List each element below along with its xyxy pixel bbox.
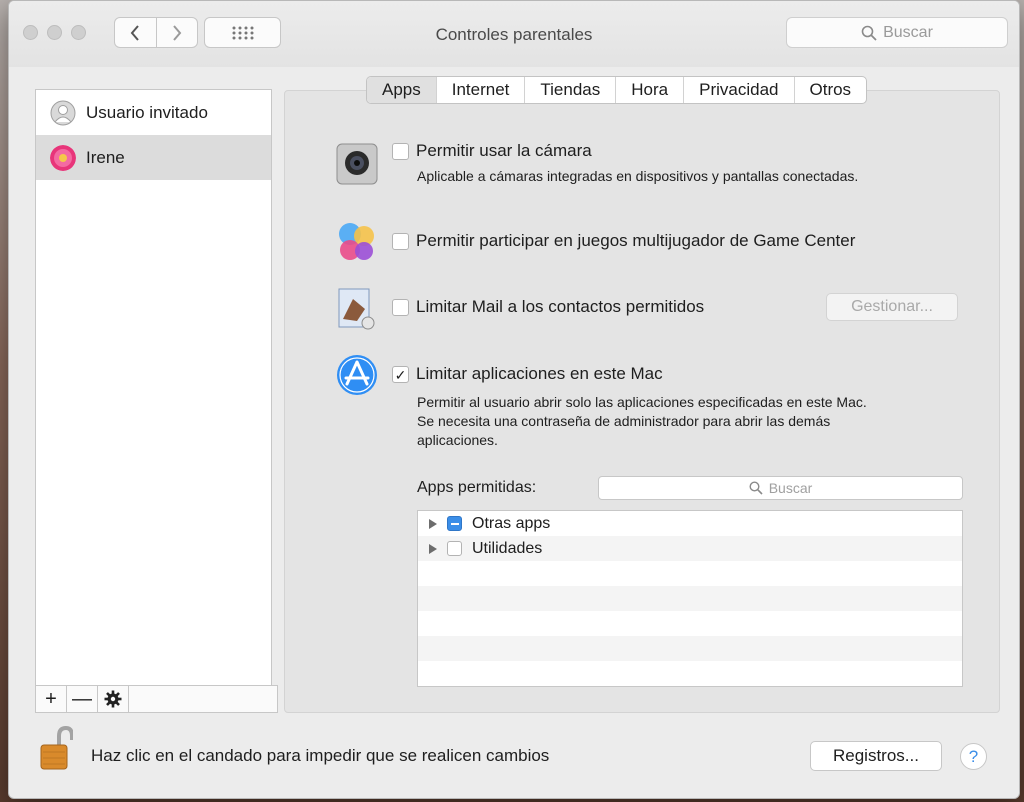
- tab-hora[interactable]: Hora: [615, 77, 683, 103]
- limit-apps-checkbox[interactable]: ✓: [392, 366, 409, 383]
- lock-message: Haz clic en el candado para impedir que …: [91, 746, 550, 765]
- user-list-toolbar: + —: [35, 685, 278, 713]
- user-item-guest[interactable]: Usuario invitado: [36, 90, 271, 135]
- allowed-apps-search-input[interactable]: Buscar: [598, 476, 963, 500]
- camera-label: Permitir usar la cámara: [416, 141, 592, 160]
- search-placeholder: Buscar: [768, 480, 813, 496]
- mail-icon: [338, 288, 375, 330]
- camera-checkbox[interactable]: [392, 143, 409, 160]
- list-row-empty: [418, 561, 962, 586]
- list-row-empty: [418, 611, 962, 636]
- user-item-irene[interactable]: Irene: [36, 135, 271, 180]
- mail-checkbox[interactable]: [392, 299, 409, 316]
- camera-description: Aplicable a cámaras integradas en dispos…: [417, 168, 859, 184]
- tab-otros[interactable]: Otros: [793, 77, 867, 103]
- lock-open-icon[interactable]: [39, 725, 73, 773]
- flower-avatar-icon: [50, 144, 76, 171]
- remove-user-button[interactable]: —: [66, 685, 98, 713]
- utilidades-checkbox[interactable]: [447, 541, 462, 556]
- app-group-name: Otras apps: [472, 514, 551, 532]
- user-name: Irene: [86, 147, 125, 167]
- gear-icon: [104, 690, 122, 708]
- disclosure-triangle-icon[interactable]: [429, 543, 437, 554]
- user-list: Usuario invitado Irene: [35, 89, 272, 686]
- search-icon: [861, 25, 877, 41]
- preferences-window: Controles parentales Buscar Usuario invi…: [8, 0, 1020, 799]
- limit-apps-description-1: Permitir al usuario abrir solo las aplic…: [417, 394, 867, 410]
- guest-avatar-icon: [50, 100, 76, 125]
- mail-label: Limitar Mail a los contactos permitidos: [416, 297, 705, 316]
- game-center-icon: [339, 223, 374, 260]
- game-center-label: Permitir participar en juegos multijugad…: [416, 231, 856, 250]
- game-center-checkbox[interactable]: [392, 233, 409, 250]
- title-bar: Controles parentales Buscar: [9, 1, 1019, 67]
- app-store-icon: [337, 355, 377, 395]
- tab-apps[interactable]: Apps: [367, 77, 436, 103]
- list-item-otras-apps[interactable]: Otras apps: [418, 511, 962, 536]
- tab-tiendas[interactable]: Tiendas: [524, 77, 615, 103]
- allowed-apps-label: Apps permitidas:: [417, 479, 537, 496]
- limit-apps-description-2: Se necesita una contraseña de administra…: [417, 413, 831, 429]
- limit-apps-label: Limitar aplicaciones en este Mac: [416, 364, 663, 383]
- otras-apps-checkbox[interactable]: [447, 516, 462, 531]
- manage-button[interactable]: Gestionar...: [826, 293, 958, 321]
- add-user-button[interactable]: +: [35, 685, 67, 713]
- search-icon: [749, 481, 763, 495]
- allowed-apps-list: Otras apps Utilidades: [417, 510, 963, 687]
- search-field[interactable]: Buscar: [786, 17, 1008, 48]
- tab-internet[interactable]: Internet: [435, 77, 525, 103]
- search-placeholder: Buscar: [883, 23, 933, 41]
- limit-apps-description-3: aplicaciones.: [417, 432, 498, 448]
- disclosure-triangle-icon[interactable]: [429, 518, 437, 529]
- app-group-name: Utilidades: [472, 539, 543, 557]
- toolbar-spacer: [128, 685, 278, 713]
- tab-privacidad[interactable]: Privacidad: [683, 77, 793, 103]
- list-row-empty: [418, 586, 962, 611]
- logs-button[interactable]: Registros...: [810, 741, 942, 771]
- list-row-empty: [418, 661, 962, 686]
- help-button[interactable]: ?: [960, 743, 987, 770]
- list-item-utilidades[interactable]: Utilidades: [418, 536, 962, 561]
- user-name: Usuario invitado: [86, 102, 208, 122]
- tab-bar: Apps Internet Tiendas Hora Privacidad Ot…: [366, 76, 868, 104]
- list-row-empty: [418, 636, 962, 661]
- action-menu-button[interactable]: [97, 685, 129, 713]
- camera-icon: [336, 143, 378, 185]
